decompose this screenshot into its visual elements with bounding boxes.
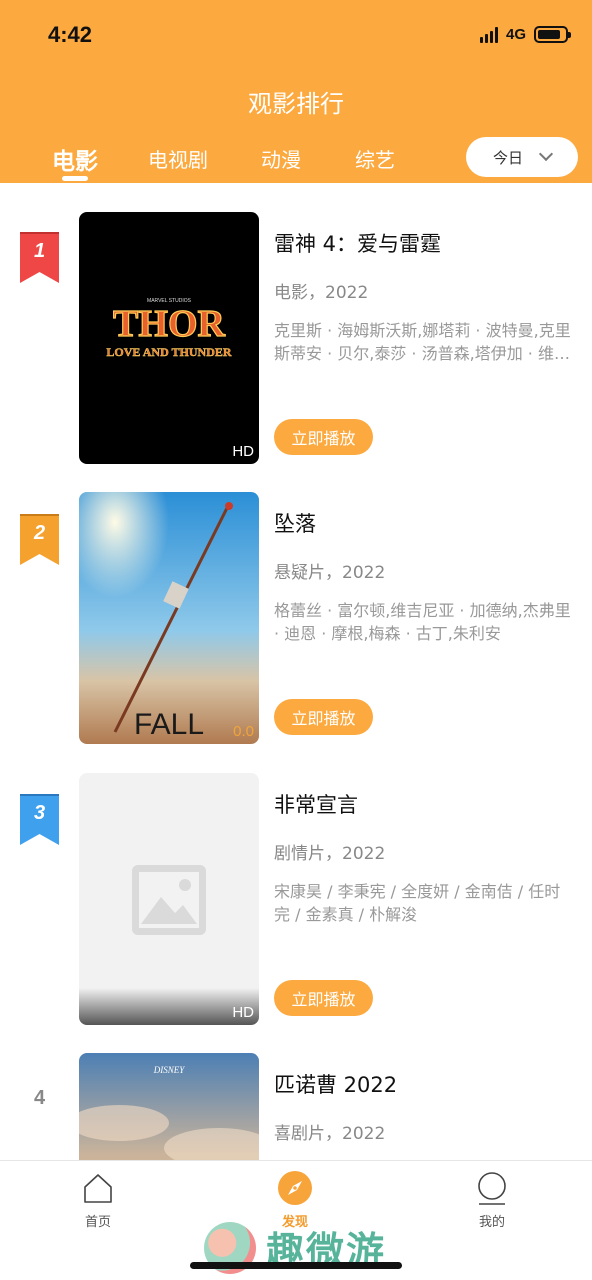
quality-badge: HD — [232, 1004, 254, 1021]
home-icon — [84, 1174, 112, 1203]
tabbar-profile-label: 我的 — [478, 1215, 505, 1230]
ranking-list[interactable]: 1 MARVEL STUDIOS THOR LOVE AND THUNDER H… — [0, 183, 592, 1160]
signal-icon — [479, 26, 498, 43]
movie-info: 雷神 4：爱与雷霆 电影，2022 克里斯 · 海姆斯沃斯,娜塔莉 · 波特曼,… — [274, 228, 574, 365]
quality-badge: HD — [232, 443, 254, 460]
chevron-down-icon — [538, 146, 554, 162]
profile-icon — [478, 1172, 506, 1205]
image-placeholder-icon — [132, 865, 206, 935]
tab-variety[interactable]: 综艺 — [355, 144, 395, 173]
poster-image[interactable]: DISNEY — [79, 1053, 259, 1160]
page-title: 观影排行 — [248, 90, 344, 118]
date-filter-dropdown[interactable]: 今日 — [466, 137, 578, 177]
poster-studio-text: DISNEY — [153, 1065, 185, 1075]
list-item[interactable]: 4 DISNEY 匹诺曹 2022 喜剧片，2022 — [0, 1053, 592, 1160]
status-time: 4:42 — [48, 22, 93, 47]
network-label: 4G — [505, 26, 526, 43]
rank-number: 4 — [33, 1087, 46, 1109]
list-item[interactable]: 2 FALL 0.0 坠落 悬疑片，2022 格蕾丝 · 富尔顿,维吉尼亚 · … — [0, 492, 592, 744]
date-filter-label: 今日 — [492, 148, 523, 167]
movie-info: 非常宣言 剧情片，2022 宋康昊 / 李秉宪 / 全度妍 / 金南佶 / 任时… — [274, 789, 574, 926]
rank-badge: 3 — [20, 794, 59, 846]
play-now-button[interactable]: 立即播放 — [274, 980, 373, 1016]
movie-info: 坠落 悬疑片，2022 格蕾丝 · 富尔顿,维吉尼亚 · 加德纳,杰弗里 · 迪… — [274, 508, 574, 645]
movie-meta: 喜剧片，2022 — [274, 1124, 386, 1144]
movie-cast: 宋康昊 / 李秉宪 / 全度妍 / 金南佶 / 任时完 / 金素真 / 朴解浚 — [274, 882, 561, 924]
tabbar-home-label: 首页 — [84, 1215, 111, 1230]
tabbar-home[interactable]: 首页 — [58, 1171, 138, 1230]
poster-sub-text: LOVE AND THUNDER — [106, 345, 231, 359]
tab-anime[interactable]: 动漫 — [261, 144, 301, 173]
tabbar-profile[interactable]: 我的 — [452, 1171, 532, 1230]
poster-main-text: THOR — [113, 303, 225, 345]
list-item[interactable]: 3 HD 非常宣言 剧情片，2022 宋康昊 / 李秉宪 / 全度妍 / 金南佶… — [0, 773, 592, 1025]
tab-movie[interactable]: 电影 — [52, 142, 98, 176]
rank-badge: 2 — [20, 514, 59, 566]
play-now-button[interactable]: 立即播放 — [274, 699, 373, 735]
active-tab-indicator — [62, 176, 88, 181]
list-item[interactable]: 1 MARVEL STUDIOS THOR LOVE AND THUNDER H… — [0, 212, 592, 464]
movie-title[interactable]: 非常宣言 — [274, 789, 574, 819]
tab-tv-series[interactable]: 电视剧 — [148, 144, 208, 173]
rank-badge: 1 — [20, 232, 59, 284]
movie-info: 匹诺曹 2022 喜剧片，2022 — [274, 1069, 574, 1144]
poster-main-text: FALL — [134, 708, 204, 741]
movie-title[interactable]: 坠落 — [274, 508, 574, 538]
poster-image[interactable]: HD — [79, 773, 259, 1025]
battery-icon — [534, 26, 571, 43]
movie-meta: 悬疑片，2022 — [274, 563, 386, 583]
movie-title[interactable]: 匹诺曹 2022 — [274, 1069, 574, 1099]
movie-cast: 格蕾丝 · 富尔顿,维吉尼亚 · 加德纳,杰弗里 · 迪恩 · 摩根,梅森 · … — [274, 601, 571, 643]
movie-cast: 克里斯 · 海姆斯沃斯,娜塔莉 · 波特曼,克里斯蒂安 · 贝尔,泰莎 · 汤普… — [274, 321, 571, 363]
poster-image[interactable]: FALL 0.0 — [79, 492, 259, 744]
home-indicator[interactable] — [190, 1262, 402, 1269]
poster-image[interactable]: MARVEL STUDIOS THOR LOVE AND THUNDER HD — [79, 212, 259, 464]
movie-title[interactable]: 雷神 4：爱与雷霆 — [274, 228, 574, 258]
movie-meta: 剧情片，2022 — [274, 844, 386, 864]
movie-meta: 电影，2022 — [274, 283, 369, 303]
play-now-button[interactable]: 立即播放 — [274, 419, 373, 455]
compass-icon — [278, 1171, 312, 1205]
score-badge: 0.0 — [233, 723, 254, 740]
header: 4:42 4G 观影排行 电影 电视剧 动漫 综艺 今日 — [0, 0, 592, 183]
status-indicators: 4G — [479, 26, 571, 43]
